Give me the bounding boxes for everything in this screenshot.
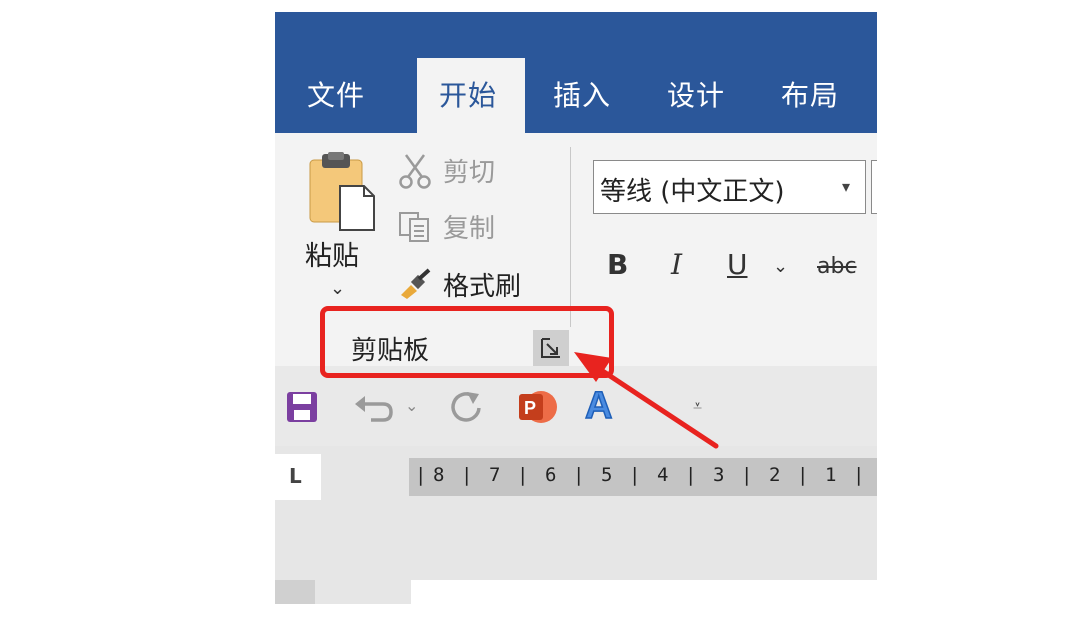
- tab-home-label: 开始: [439, 79, 498, 112]
- copy-label: 复制: [443, 214, 496, 244]
- chevron-down-icon[interactable]: ⌄: [405, 396, 418, 415]
- paintbrush-icon: [397, 267, 433, 303]
- ruler-number: 3: [713, 464, 725, 486]
- ruler-number: 7: [489, 464, 501, 486]
- ruler-mark: |: [685, 464, 697, 486]
- ruler-mark: |: [517, 464, 529, 486]
- ruler-number: 6: [545, 464, 557, 486]
- underline-button[interactable]: U: [727, 248, 748, 281]
- save-icon[interactable]: [285, 390, 319, 428]
- ruler-number: 5: [601, 464, 613, 486]
- text-effect-icon[interactable]: A: [583, 384, 619, 428]
- ruler-mark: |: [573, 464, 585, 486]
- scissors-icon: [397, 153, 433, 189]
- ruler-number: 2: [769, 464, 781, 486]
- ruler-number: 1: [825, 464, 837, 486]
- tab-design[interactable]: 设计: [667, 74, 725, 114]
- redo-icon[interactable]: [449, 390, 483, 428]
- format-painter-label: 格式刷: [443, 272, 522, 302]
- vertical-ruler: [275, 580, 315, 604]
- document-page[interactable]: [411, 580, 877, 604]
- undo-icon[interactable]: [353, 392, 393, 428]
- ruler-mark: |: [741, 464, 753, 486]
- copy-button[interactable]: 复制: [397, 208, 495, 245]
- ribbon-tab-bar: 文件 开始 插入 设计 布局: [275, 12, 877, 138]
- group-divider: [570, 147, 571, 327]
- bold-button[interactable]: B: [607, 248, 628, 281]
- tab-file[interactable]: 文件: [307, 74, 365, 114]
- ruler-number: 4: [657, 464, 669, 486]
- customize-qat-icon[interactable]: ⩡: [693, 396, 702, 416]
- ruler-mark: |: [415, 464, 427, 486]
- paste-button-label[interactable]: 粘贴: [305, 234, 359, 273]
- format-painter-button[interactable]: 格式刷: [397, 266, 521, 303]
- cut-button[interactable]: 剪切: [397, 152, 495, 189]
- ruler-mark: |: [461, 464, 473, 486]
- chevron-down-icon[interactable]: ⌄: [330, 278, 345, 299]
- cut-label: 剪切: [443, 158, 496, 188]
- chevron-down-icon[interactable]: ⌄: [773, 256, 788, 277]
- tab-layout[interactable]: 布局: [781, 74, 839, 114]
- tab-selector-label: L: [289, 464, 302, 488]
- svg-text:P: P: [524, 398, 536, 418]
- italic-button[interactable]: I: [671, 248, 682, 281]
- copy-icon: [397, 209, 433, 245]
- powerpoint-icon[interactable]: P: [517, 388, 557, 430]
- tab-home[interactable]: 开始: [417, 58, 525, 138]
- horizontal-ruler[interactable]: | 8 | 7 | 6 | 5 | 4 | 3 | 2 | 1 |: [409, 458, 877, 496]
- ruler-mark: |: [629, 464, 641, 486]
- font-size-select[interactable]: [871, 160, 877, 214]
- annotation-highlight-box: [320, 306, 614, 378]
- tab-selector[interactable]: L: [275, 454, 321, 500]
- font-name-select[interactable]: 等线 (中文正文) ▾: [593, 160, 866, 214]
- tab-insert[interactable]: 插入: [553, 74, 611, 114]
- strikethrough-button[interactable]: abc: [817, 254, 857, 279]
- ruler-mark: |: [797, 464, 809, 486]
- font-name-value: 等线 (中文正文): [600, 177, 785, 207]
- ruler-mark: |: [853, 464, 865, 486]
- ruler-number: 8: [433, 464, 445, 486]
- svg-text:A: A: [585, 385, 612, 424]
- chevron-down-icon: ▾: [842, 177, 851, 196]
- clipboard-paste-icon[interactable]: [308, 152, 376, 232]
